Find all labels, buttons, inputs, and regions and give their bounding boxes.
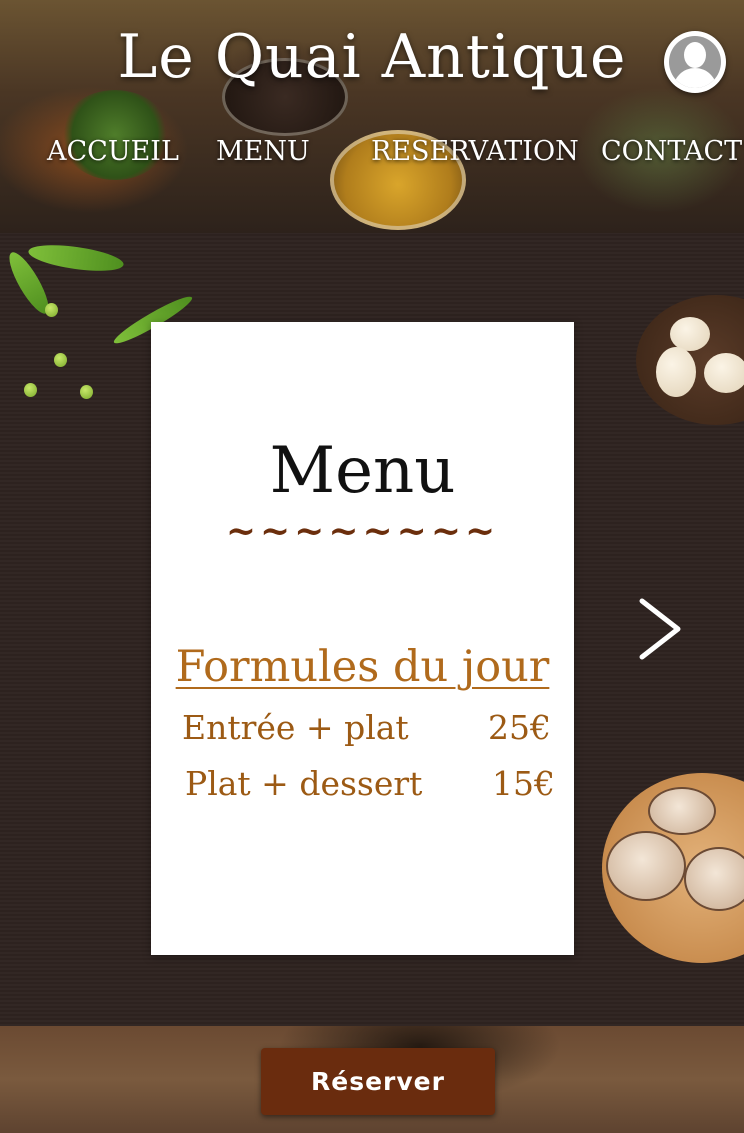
mushroom: [684, 847, 744, 911]
nav-item-reservation[interactable]: RESERVATION: [371, 136, 579, 167]
brand-title: Le Quai Antique: [117, 22, 627, 92]
site-header: Le Quai Antique ACCUEIL MENU RESERVATION…: [0, 0, 744, 233]
mushroom: [648, 787, 716, 835]
menu-item-price: 25€: [488, 708, 551, 747]
mushroom: [606, 831, 686, 901]
user-avatar-icon[interactable]: [664, 31, 726, 93]
menu-title: Menu: [269, 434, 456, 508]
menu-divider: ~~~~~~~~: [225, 510, 500, 552]
menu-card: Menu ~~~~~~~~ Formules du jour Entrée + …: [151, 322, 574, 955]
nav-item-menu[interactable]: MENU: [216, 136, 310, 167]
menu-item-price: 15€: [492, 764, 555, 803]
main-nav: ACCUEIL MENU RESERVATION CONTACT: [0, 136, 744, 176]
mushroom-spoon-decoration: [602, 773, 744, 963]
site-footer: Réserver: [0, 1026, 744, 1133]
avatar-head: [684, 42, 706, 68]
garlic-clove: [704, 353, 744, 393]
avatar-circle: [669, 36, 721, 88]
pea-pod-decoration: [26, 240, 126, 276]
pea-decoration: [45, 303, 58, 317]
garlic-clove: [670, 317, 710, 351]
reserve-button[interactable]: Réserver: [261, 1048, 495, 1115]
garlic-spoon-decoration: [636, 295, 744, 425]
chevron-right-icon[interactable]: [636, 597, 684, 661]
section-title: Formules du jour: [175, 642, 550, 692]
garlic-clove: [656, 347, 696, 397]
avatar-shoulders: [673, 68, 717, 88]
nav-item-contact[interactable]: CONTACT: [601, 136, 742, 167]
nav-item-accueil[interactable]: ACCUEIL: [47, 136, 179, 167]
menu-section: Menu ~~~~~~~~ Formules du jour Entrée + …: [0, 233, 744, 1026]
menu-item-name: Entrée + plat: [182, 708, 409, 747]
pea-decoration: [80, 385, 93, 399]
pea-decoration: [54, 353, 67, 367]
pea-decoration: [24, 383, 37, 397]
menu-item-name: Plat + dessert: [185, 764, 423, 803]
